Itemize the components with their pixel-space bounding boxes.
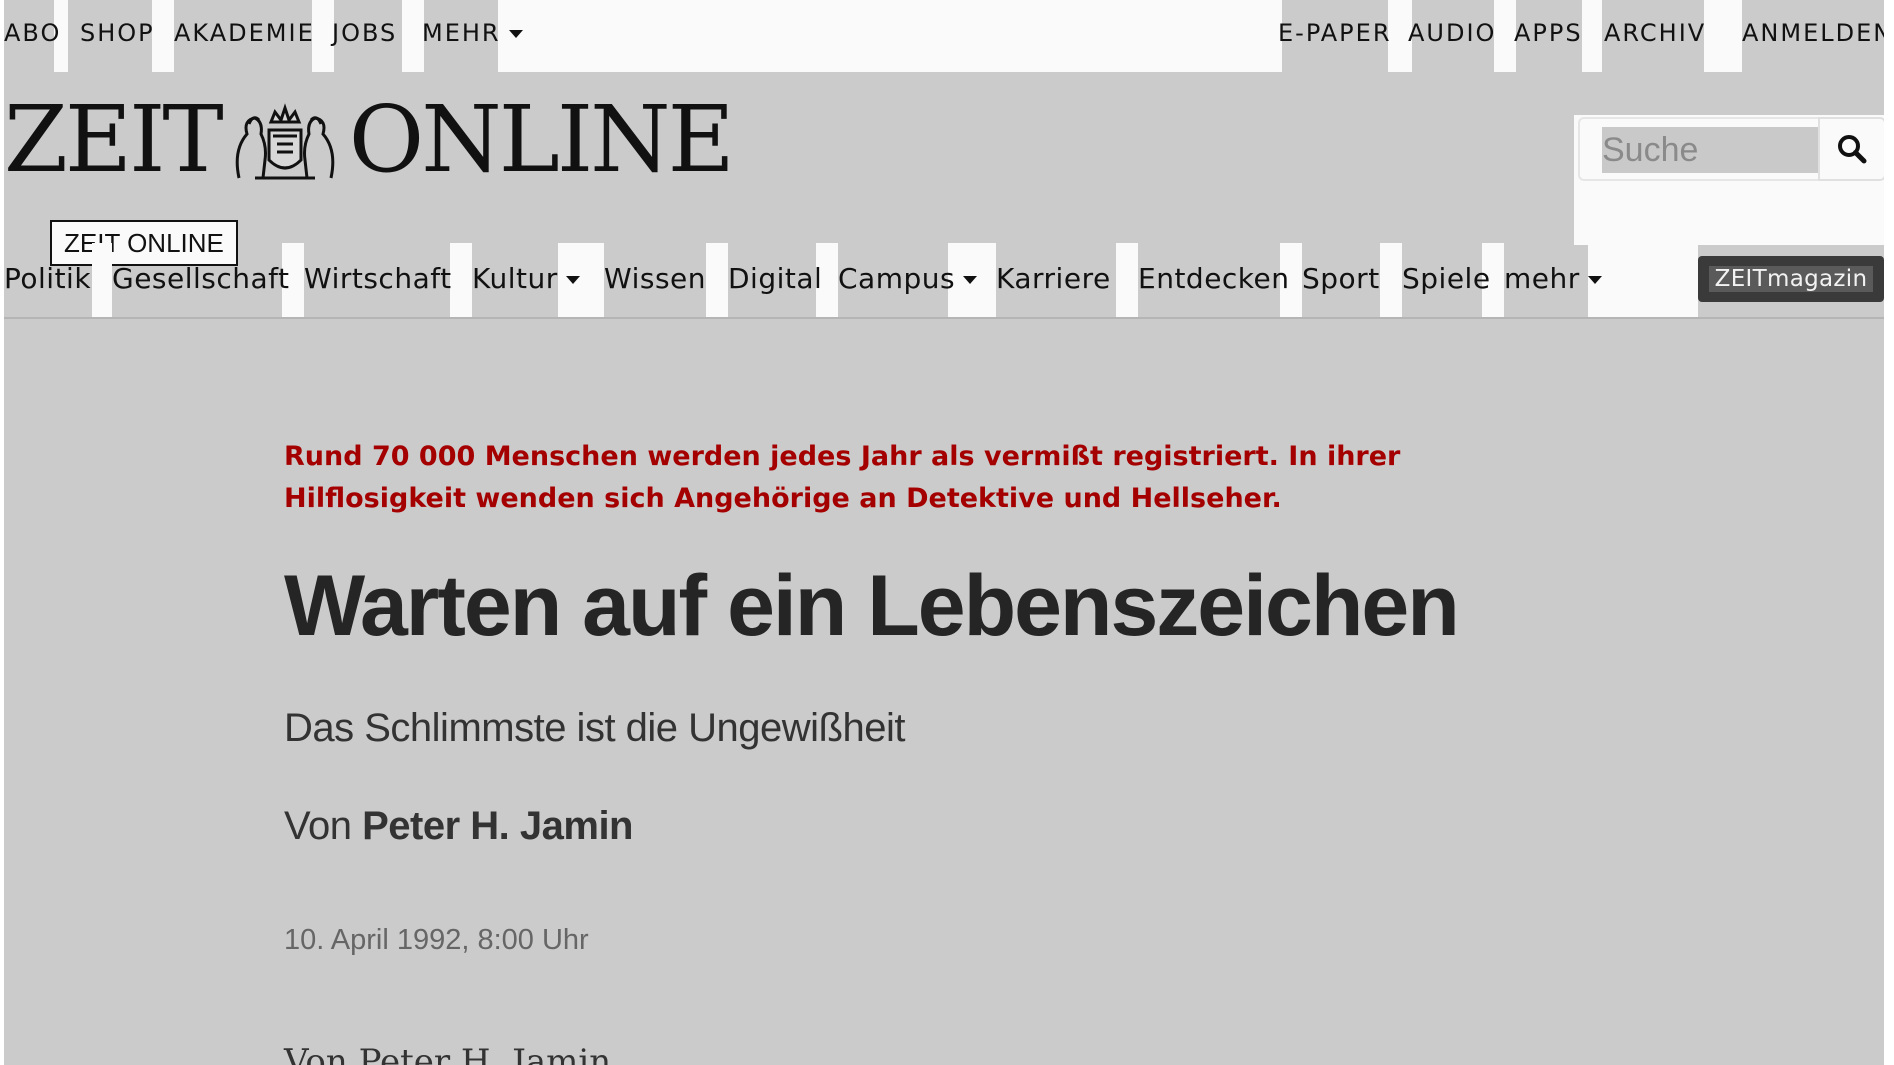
page-edge bbox=[1884, 0, 1894, 1065]
nav-gap bbox=[1116, 243, 1138, 317]
top-link-epaper[interactable]: E-PAPER bbox=[1278, 16, 1392, 50]
nav-item-campus-label: Campus bbox=[838, 262, 956, 295]
nav-item-sport[interactable]: Sport bbox=[1302, 261, 1380, 297]
top-link-apps[interactable]: APPS bbox=[1514, 16, 1583, 50]
bar-gap bbox=[312, 0, 334, 72]
top-utility-bar: ABO SHOP AKADEMIE JOBS MEHR E-PAPER AUDI… bbox=[4, 0, 1884, 72]
top-link-shop[interactable]: SHOP bbox=[80, 16, 155, 50]
bar-gap bbox=[1704, 0, 1742, 72]
chevron-down-icon bbox=[1587, 276, 1602, 284]
search-area bbox=[1574, 115, 1884, 245]
bar-gap bbox=[1494, 0, 1516, 72]
search-input[interactable] bbox=[1602, 127, 1820, 173]
nav-item-entdecken[interactable]: Entdecken bbox=[1138, 261, 1290, 297]
logo-text-online: ONLINE bbox=[348, 86, 735, 193]
article-body-start: Von Peter H. Jamin bbox=[284, 1042, 612, 1065]
top-link-audio[interactable]: AUDIO bbox=[1408, 16, 1496, 50]
article-headline: Warten auf ein Lebenszeichen bbox=[284, 558, 1460, 654]
top-link-mehr-label: MEHR bbox=[422, 19, 501, 47]
article-subhead: Das Schlimmste ist die Ungewißheit bbox=[284, 706, 906, 750]
nav-item-politik[interactable]: Politik bbox=[4, 261, 91, 297]
nav-gap bbox=[706, 243, 728, 317]
nav-item-campus[interactable]: Campus bbox=[838, 261, 978, 297]
site-logo[interactable]: ZEIT ONLINE bbox=[4, 86, 735, 193]
nav-item-spiele[interactable]: Spiele bbox=[1402, 261, 1491, 297]
nav-item-digital[interactable]: Digital bbox=[728, 261, 822, 297]
bar-gap bbox=[498, 0, 1282, 72]
top-link-jobs[interactable]: JOBS bbox=[332, 16, 397, 50]
main-navigation: Politik Gesellschaft Wirtschaft Kultur W… bbox=[4, 243, 1884, 319]
chevron-down-icon bbox=[508, 30, 523, 38]
page-frame: ABO SHOP AKADEMIE JOBS MEHR E-PAPER AUDI… bbox=[4, 0, 1884, 1065]
bar-gap bbox=[152, 0, 174, 72]
crest-icon bbox=[235, 103, 335, 180]
search-button[interactable] bbox=[1818, 117, 1884, 181]
top-link-abo[interactable]: ABO bbox=[4, 16, 61, 50]
nav-gap bbox=[1380, 243, 1402, 317]
top-link-akademie[interactable]: AKADEMIE bbox=[174, 16, 315, 50]
byline-prefix: Von bbox=[284, 804, 352, 848]
nav-item-mehr-label: mehr bbox=[1504, 262, 1580, 295]
nav-gap bbox=[450, 243, 472, 317]
top-link-archiv[interactable]: ARCHIV bbox=[1604, 16, 1706, 50]
nav-item-kultur[interactable]: Kultur bbox=[472, 261, 580, 297]
search-icon bbox=[1838, 135, 1867, 164]
nav-item-mehr[interactable]: mehr bbox=[1504, 261, 1602, 297]
search-box bbox=[1578, 117, 1820, 181]
nav-item-kultur-label: Kultur bbox=[472, 262, 558, 295]
nav-item-karriere[interactable]: Karriere bbox=[996, 261, 1111, 297]
nav-gap bbox=[92, 243, 112, 317]
bar-gap bbox=[1582, 0, 1602, 72]
zeitmagazin-button[interactable]: ZEITmagazin bbox=[1698, 256, 1884, 302]
article-date: 10. April 1992, 8:00 Uhr bbox=[284, 924, 589, 956]
article: Rund 70 000 Menschen werden jedes Jahr a… bbox=[284, 436, 1524, 1065]
logo-text-zeit: ZEIT bbox=[4, 86, 224, 193]
article-kicker: Rund 70 000 Menschen werden jedes Jahr a… bbox=[284, 441, 1401, 514]
top-link-anmelden[interactable]: ANMELDEN bbox=[1742, 16, 1884, 50]
nav-item-wissen[interactable]: Wissen bbox=[604, 261, 706, 297]
nav-gap bbox=[1588, 243, 1698, 317]
nav-item-wirtschaft[interactable]: Wirtschaft bbox=[304, 261, 452, 297]
author-link[interactable]: Peter H. Jamin bbox=[362, 804, 633, 848]
chevron-down-icon bbox=[963, 276, 978, 284]
article-byline: Von Peter H. Jamin bbox=[284, 804, 633, 849]
zeitmagazin-label: ZEITmagazin bbox=[1708, 266, 1874, 292]
chevron-down-icon bbox=[565, 276, 580, 284]
bar-gap bbox=[402, 0, 424, 72]
nav-item-gesellschaft[interactable]: Gesellschaft bbox=[112, 261, 290, 297]
top-link-mehr[interactable]: MEHR bbox=[422, 16, 523, 50]
